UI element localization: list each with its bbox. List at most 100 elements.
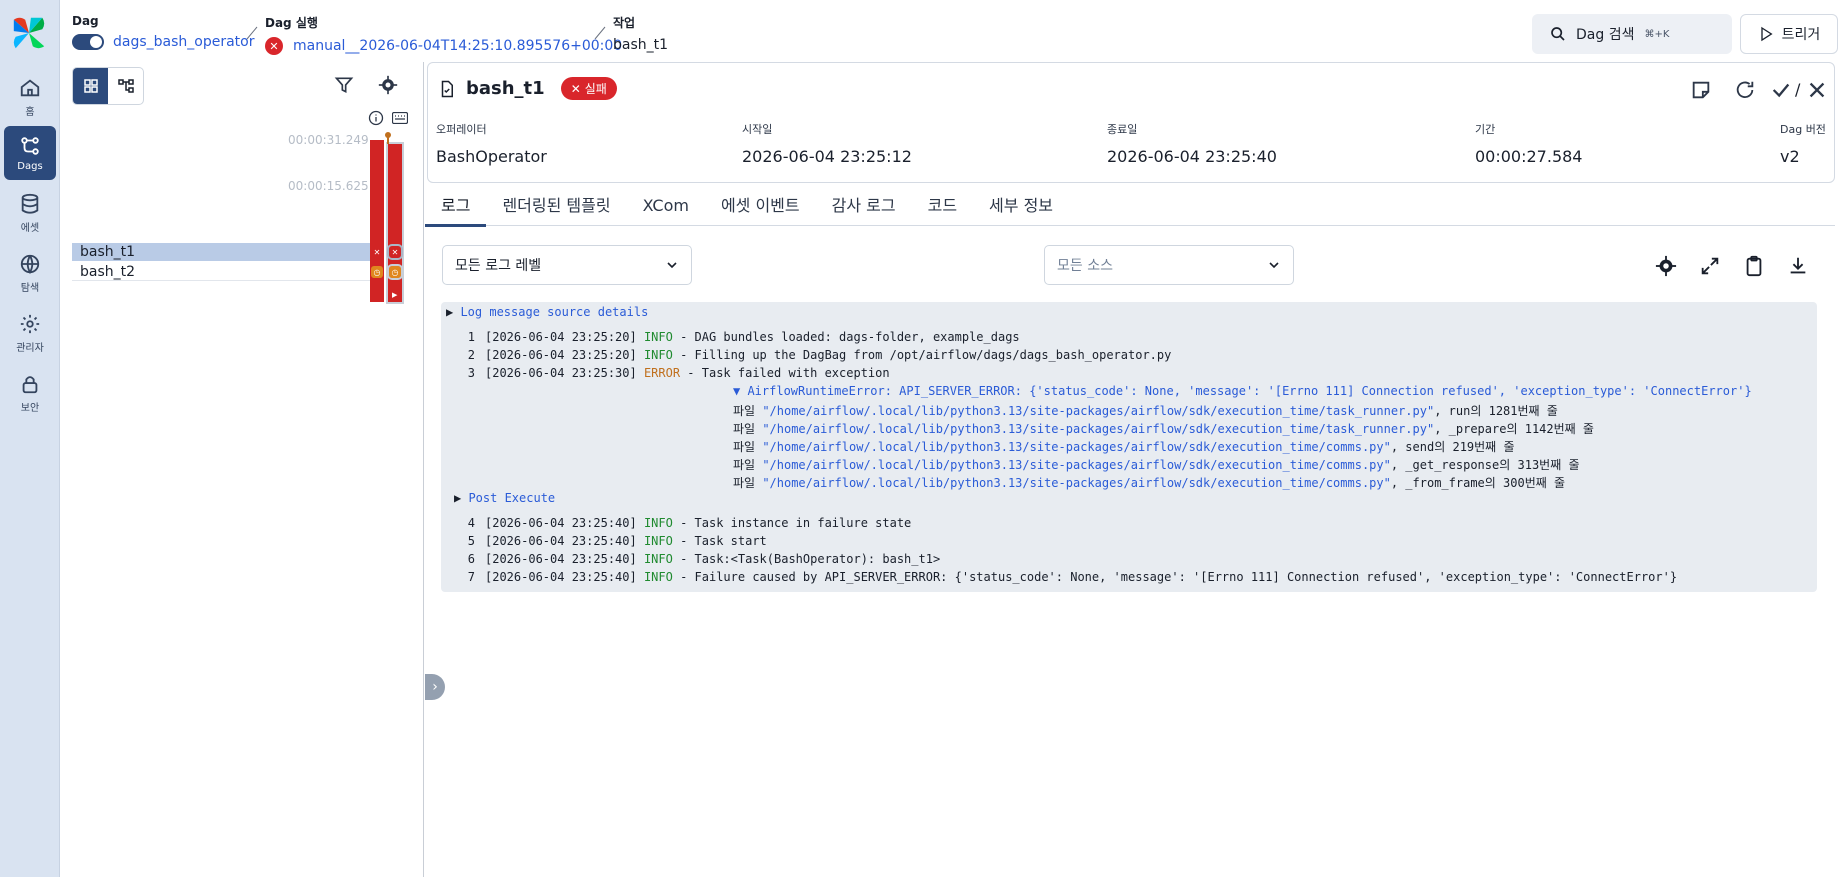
trace-line: 파일 "/home/airflow/.local/lib/python3.13/…	[733, 438, 1515, 455]
play-icon	[1761, 26, 1773, 42]
grid-panel: 00:00:31.249 00:00:15.625 ▶ bash_t1 ✕ ✕ …	[60, 62, 424, 877]
gear-icon	[20, 314, 40, 333]
graph-view-button[interactable]	[108, 68, 143, 104]
grid-settings-button[interactable]	[375, 72, 401, 98]
search-icon	[1551, 27, 1565, 41]
log-source-select[interactable]: 모든 소스	[1044, 245, 1294, 285]
log-level: ERROR	[643, 366, 681, 380]
mark-failed-icon[interactable]	[1806, 79, 1828, 101]
meta-duration: 기간 00:00:27.584	[1475, 121, 1582, 166]
log-level: INFO	[643, 552, 673, 566]
lock-icon	[22, 375, 38, 393]
gear-icon	[378, 75, 398, 95]
log-level: INFO	[643, 348, 673, 362]
line-number: 6	[467, 552, 475, 566]
collapse-grid-button[interactable]: ›	[425, 674, 445, 700]
trace-prefix: 파일	[733, 440, 763, 454]
chevron-down-icon	[1269, 262, 1279, 269]
dag-run-link[interactable]: manual__2026-06-04T14:25:10.895576+00:00	[293, 38, 622, 54]
meta-label: 오퍼레이터	[436, 123, 487, 136]
nav-security[interactable]: 보안	[4, 366, 56, 420]
log-source-details-label: Log message source details	[460, 305, 649, 319]
tab-details[interactable]: 세부 정보	[973, 188, 1069, 225]
run-duration-bar-selected[interactable]	[386, 142, 404, 304]
breadcrumb-dag-run: Dag 실행 ✕ manual__2026-06-04T14:25:10.895…	[265, 14, 622, 55]
trace-prefix: 파일	[733, 404, 763, 418]
post-execute-label: Post Execute	[468, 491, 556, 505]
dag-pause-toggle[interactable]	[72, 34, 104, 50]
exception-toggle[interactable]: ▼ AirflowRuntimeError: API_SERVER_ERROR:…	[733, 384, 1752, 398]
fullscreen-icon[interactable]	[1699, 255, 1721, 277]
line-number: 3	[467, 366, 475, 380]
tab-code[interactable]: 코드	[912, 188, 973, 225]
clipboard-icon[interactable]	[1743, 255, 1765, 277]
log-timestamp: [2026-06-04 23:25:40]	[485, 516, 637, 530]
line-number: 5	[467, 534, 475, 548]
nav-admin[interactable]: 관리자	[4, 306, 56, 360]
line-number: 7	[467, 570, 475, 584]
nav-assets[interactable]: 에셋	[4, 186, 56, 240]
task-upstream-failed-cell[interactable]: ◷	[371, 266, 383, 278]
task-upstream-failed-cell-selected[interactable]: ◷	[387, 264, 403, 280]
log-timestamp: [2026-06-04 23:25:40]	[485, 534, 637, 548]
task-row-bash-t2[interactable]: bash_t2	[72, 263, 370, 281]
log-level: INFO	[643, 570, 673, 584]
trace-line: 파일 "/home/airflow/.local/lib/python3.13/…	[733, 474, 1565, 491]
nav-browse-label: 탐색	[20, 282, 40, 294]
dags-icon	[21, 136, 39, 155]
mark-separator: /	[1795, 80, 1801, 99]
meta-value: 2026-06-04 23:25:40	[1107, 147, 1277, 166]
dag-link[interactable]: dags_bash_operator	[113, 34, 255, 50]
task-failed-cell-selected[interactable]: ✕	[387, 244, 403, 260]
tab-asset-events[interactable]: 에셋 이벤트	[705, 188, 816, 225]
meta-value: v2	[1780, 147, 1800, 166]
trigger-button[interactable]: 트리거	[1740, 14, 1838, 54]
log-message: - Task instance in failure state	[672, 516, 912, 530]
task-row-bash-t1[interactable]: bash_t1	[72, 243, 370, 261]
nav-security-label: 보안	[20, 402, 40, 414]
view-toggle	[72, 67, 144, 105]
nav-home-label: 홈	[25, 106, 35, 118]
log-level: INFO	[643, 534, 673, 548]
log-line: 7 [2026-06-04 23:25:40] INFO - Failure ca…	[455, 570, 1677, 584]
mark-success-icon[interactable]	[1770, 79, 1792, 101]
graph-icon	[117, 79, 134, 93]
tab-audit-log[interactable]: 감사 로그	[816, 188, 912, 225]
tab-xcom[interactable]: XCom	[627, 188, 705, 225]
trace-prefix: 파일	[733, 422, 763, 436]
tab-rendered-templates[interactable]: 렌더링된 템플릿	[486, 188, 626, 225]
nav-home[interactable]: 홈	[4, 70, 56, 124]
refresh-icon[interactable]	[1734, 79, 1756, 101]
log-source-details[interactable]: ▶ Log message source details	[446, 305, 648, 319]
nav-admin-label: 관리자	[16, 342, 44, 354]
breadcrumb-separator	[594, 26, 606, 40]
tab-logs[interactable]: 로그	[425, 188, 487, 227]
airflow-logo[interactable]	[10, 14, 48, 52]
dag-search-button[interactable]: Dag 검색 ⌘+K	[1532, 14, 1732, 54]
log-line: 6 [2026-06-04 23:25:40] INFO - Task:<Task…	[455, 552, 940, 566]
trace-line: 파일 "/home/airflow/.local/lib/python3.13/…	[733, 456, 1580, 473]
grid-view-button[interactable]	[73, 68, 108, 104]
log-line: 4 [2026-06-04 23:25:40] INFO - Task insta…	[455, 516, 912, 530]
dag-search-label: Dag 검색	[1576, 27, 1635, 43]
log-timestamp: [2026-06-04 23:25:20]	[485, 348, 637, 362]
run-marker-line	[387, 134, 389, 144]
log-level-select[interactable]: 모든 로그 레벨	[442, 245, 692, 285]
trace-line: 파일 "/home/airflow/.local/lib/python3.13/…	[733, 420, 1594, 437]
nav-browse[interactable]: 탐색	[4, 246, 56, 300]
meta-end-date: 종료일 2026-06-04 23:25:40	[1107, 121, 1277, 166]
download-icon[interactable]	[1787, 255, 1809, 277]
nav-dags[interactable]: Dags	[4, 126, 56, 180]
filter-button[interactable]	[331, 72, 357, 98]
close-icon: ✕	[570, 81, 581, 96]
task-failed-cell[interactable]: ✕	[371, 246, 383, 258]
keyboard-icon[interactable]	[392, 112, 408, 124]
post-execute-toggle[interactable]: ▶ Post Execute	[454, 491, 555, 505]
log-message: - Failure caused by API_SERVER_ERROR: {'…	[672, 570, 1678, 584]
info-icon[interactable]	[368, 110, 384, 126]
log-source-value: 모든 소스	[1057, 258, 1113, 274]
note-icon[interactable]	[1690, 79, 1712, 101]
task-name: bash_t1	[80, 244, 136, 260]
log-settings-icon[interactable]	[1655, 255, 1677, 277]
line-number: 1	[467, 330, 475, 344]
